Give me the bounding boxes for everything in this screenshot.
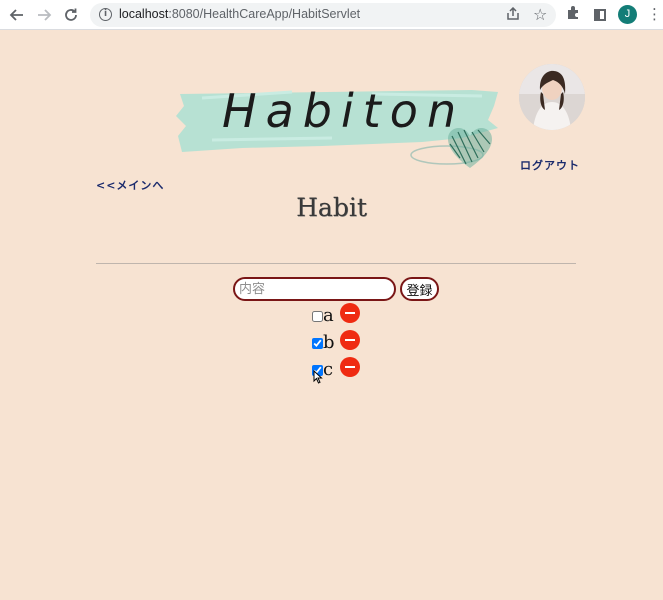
habit-label: b (323, 332, 335, 353)
divider (96, 263, 576, 264)
minus-icon (345, 312, 355, 314)
minus-icon (345, 366, 355, 368)
url-path: :8080/HealthCareApp/HabitServlet (168, 7, 361, 21)
habit-label: c (323, 359, 334, 380)
delete-button[interactable] (340, 303, 360, 323)
minus-icon (345, 339, 355, 341)
back-arrow-icon[interactable] (6, 4, 28, 26)
list-item: a (310, 303, 370, 327)
habit-checkbox-a[interactable] (312, 311, 323, 322)
logo-text: Habiton (222, 84, 466, 138)
register-button[interactable]: 登録 (400, 277, 439, 301)
page-content: Habiton ログアウト <<メインへ Habit 登録 a b (0, 30, 663, 600)
page-title: Habit (296, 193, 367, 222)
delete-button[interactable] (340, 357, 360, 377)
url-text[interactable]: localhost:8080/HealthCareApp/HabitServle… (119, 7, 360, 21)
extensions-icon[interactable] (566, 5, 581, 24)
star-icon[interactable]: ☆ (533, 5, 547, 24)
list-item: b (310, 330, 370, 354)
mouse-cursor-icon (313, 369, 323, 384)
browser-toolbar: i localhost:8080/HealthCareApp/HabitServ… (0, 0, 663, 30)
delete-button[interactable] (340, 330, 360, 350)
share-icon[interactable] (506, 6, 520, 25)
habiton-logo: Habiton (172, 76, 502, 186)
side-panel-icon[interactable] (594, 9, 606, 21)
user-avatar (519, 64, 585, 130)
habit-label: a (323, 305, 334, 326)
profile-avatar[interactable]: J (618, 5, 637, 24)
habit-content-input[interactable] (233, 277, 396, 301)
info-icon[interactable]: i (99, 8, 112, 21)
back-to-main-link[interactable]: <<メインへ (96, 177, 164, 193)
address-bar[interactable]: i localhost:8080/HealthCareApp/HabitServ… (90, 3, 556, 27)
logout-link[interactable]: ログアウト (520, 157, 580, 173)
habit-checkbox-b[interactable] (312, 338, 323, 349)
url-host: localhost (119, 7, 169, 21)
forward-arrow-icon[interactable] (33, 4, 55, 26)
menu-icon[interactable]: ⋮ (647, 5, 662, 23)
reload-icon[interactable] (60, 4, 82, 26)
